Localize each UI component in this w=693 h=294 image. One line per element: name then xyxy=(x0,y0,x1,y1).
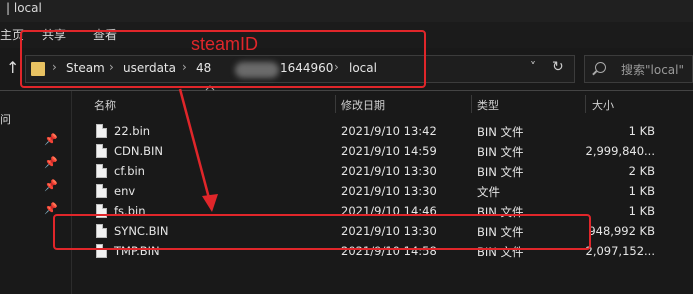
annotation-arrow xyxy=(178,88,218,212)
